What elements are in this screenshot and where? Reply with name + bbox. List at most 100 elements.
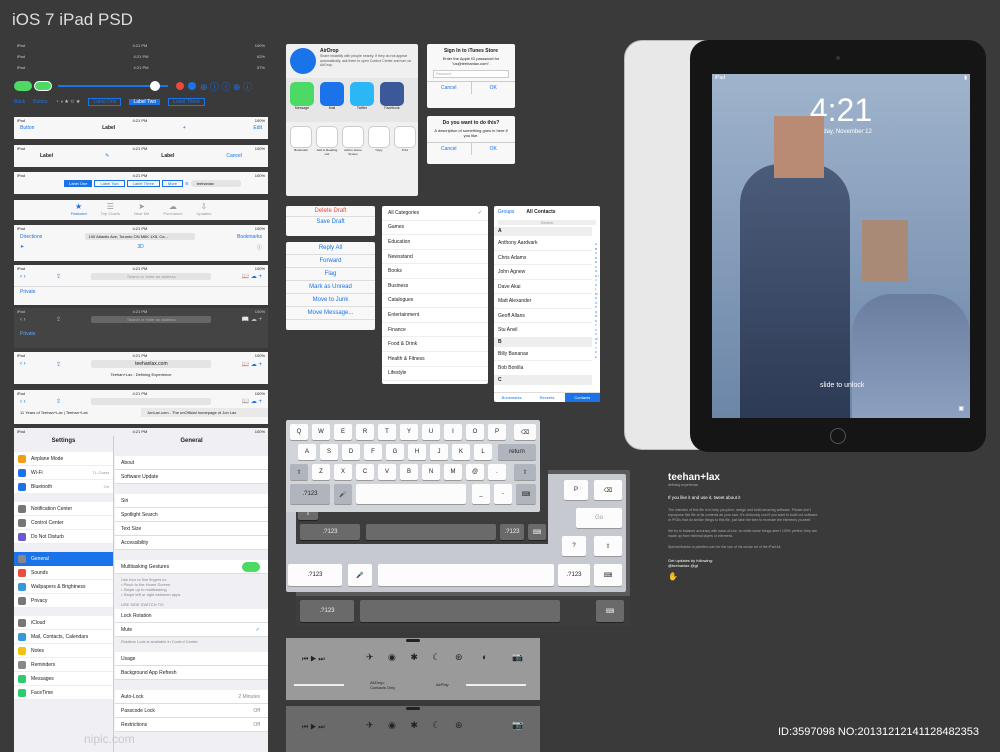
key-l[interactable]: L	[474, 444, 492, 460]
edit-button[interactable]: Edit	[253, 125, 262, 131]
tab-updates[interactable]: ⇩ Updates	[196, 202, 211, 220]
copy-action[interactable]: Copy	[368, 126, 390, 168]
contact-row[interactable]: Geoff Allans	[494, 309, 592, 323]
accessibility-row[interactable]: Accessibility	[115, 536, 268, 550]
restrictions-row[interactable]: Restrictions Off	[115, 718, 268, 732]
back-arrow-icon[interactable]: ‹ ›	[20, 317, 26, 323]
groups-button[interactable]: Groups	[498, 209, 514, 215]
key-y[interactable]: Y	[400, 424, 418, 440]
twitter-app-icon[interactable]: Twitter	[350, 82, 374, 118]
share-icon[interactable]: ⇪	[56, 316, 61, 323]
add-icon[interactable]: +	[183, 125, 186, 131]
camera-grabber-icon[interactable]: ▣	[958, 405, 964, 412]
key-p[interactable]: P	[488, 424, 506, 440]
contact-row[interactable]: John Agnew	[494, 265, 592, 280]
go-key[interactable]: Go	[576, 508, 622, 528]
key-char[interactable]: N	[422, 464, 440, 480]
category-row[interactable]: Lifestyle	[382, 367, 488, 382]
settings-item[interactable]: Sounds	[14, 566, 113, 580]
spotlight-row[interactable]: Spotlight Search	[115, 508, 268, 522]
toggle-on[interactable]	[14, 81, 32, 91]
cancel-button[interactable]: Cancel	[427, 82, 472, 94]
settings-item[interactable]: iCloud	[14, 616, 113, 630]
toggle-row[interactable]: ✈ ◉ ✱ ☾ ⊛	[366, 652, 469, 663]
share-icon[interactable]: ⇪	[56, 273, 61, 280]
book-icon[interactable]: 📖 ☁ +	[242, 361, 262, 368]
share-icon[interactable]: ⇪	[56, 398, 61, 405]
key-w[interactable]: W	[312, 424, 330, 440]
settings-item[interactable]: Do Not Disturb	[14, 530, 113, 544]
seg-1[interactable]: Label One	[64, 180, 93, 187]
bar-left-button[interactable]: Button	[20, 125, 34, 131]
settings-item[interactable]: Bluetooth On	[14, 480, 113, 494]
underscore-key[interactable]: _	[472, 484, 490, 504]
ok-button[interactable]: OK	[472, 143, 516, 155]
key-h[interactable]: H	[408, 444, 426, 460]
tab-recents[interactable]: Recents	[529, 393, 564, 402]
category-row[interactable]: Catalogues	[382, 294, 488, 309]
mail-action-button[interactable]: Mark as Unread	[286, 281, 375, 294]
back-arrow-icon[interactable]: ‹ ›	[20, 274, 26, 280]
seg-3[interactable]: Label Three	[168, 98, 205, 106]
print-action[interactable]: Print	[394, 126, 416, 168]
contact-row[interactable]: Matt Alexander	[494, 294, 592, 309]
mail-action-button[interactable]: Move Message...	[286, 307, 375, 320]
contact-row[interactable]: Chris Adams	[494, 251, 592, 265]
settings-item[interactable]: Notification Center	[14, 502, 113, 516]
ok-button[interactable]: OK	[472, 82, 516, 94]
delete-key[interactable]: ⌫	[594, 480, 622, 500]
category-row[interactable]: Games	[382, 221, 488, 236]
menu-icon[interactable]: ☰	[185, 181, 189, 186]
mail-app-icon[interactable]: Mail	[320, 82, 344, 118]
seg-1[interactable]: Label One	[88, 98, 122, 106]
space-key[interactable]	[366, 524, 496, 540]
airplay-button[interactable]: AirPlay	[436, 682, 449, 687]
numbers-key[interactable]: .?123	[288, 564, 342, 586]
return-key[interactable]: return	[498, 444, 536, 460]
password-field[interactable]: Password	[433, 70, 509, 78]
directions-button[interactable]: Directions	[20, 234, 42, 240]
seg-3[interactable]: Label Three	[126, 180, 160, 187]
contact-row[interactable]: Bob Bonilla	[494, 361, 592, 376]
mail-action-button[interactable]: Forward	[286, 255, 375, 268]
facebook-app-icon[interactable]: Facebook	[380, 82, 404, 118]
usage-row[interactable]: Usage	[115, 652, 268, 666]
key-char[interactable]: Z	[312, 464, 330, 480]
multitasking-toggle[interactable]	[242, 562, 260, 572]
category-row[interactable]: Finance	[382, 323, 488, 338]
key-f[interactable]: F	[364, 444, 382, 460]
settings-item[interactable]: Control Center	[14, 516, 113, 530]
share-icon[interactable]: ⇪	[56, 361, 61, 368]
delete-key[interactable]: ⌫	[514, 424, 536, 440]
mute-row[interactable]: Mute ✓	[115, 623, 268, 637]
category-row[interactable]: Newsstand	[382, 250, 488, 265]
question-key[interactable]: ?	[562, 536, 586, 556]
tab-near-me[interactable]: ➤ Near Me	[134, 202, 149, 220]
key-char[interactable]: V	[378, 464, 396, 480]
button-link[interactable]: Button	[33, 99, 47, 105]
category-row[interactable]: Books	[382, 264, 488, 279]
scrubber[interactable]	[294, 684, 344, 686]
maps-search-field[interactable]: 100 Atlantic Ave, Toronto ON M6K 1X8, Ca…	[84, 233, 195, 240]
info-icon[interactable]: ⓘ	[257, 244, 262, 251]
key-i[interactable]: I	[444, 424, 462, 440]
media-controls[interactable]: ⏮ ▶ ⏭	[302, 656, 325, 664]
toggle-on[interactable]	[34, 81, 52, 91]
back-arrow-icon[interactable]: ‹ ›	[20, 399, 26, 405]
settings-item[interactable]: Wallpapers & Brightness	[14, 580, 113, 594]
key-d[interactable]: D	[342, 444, 360, 460]
back-arrow-icon[interactable]: ‹ ›	[20, 361, 26, 367]
keyboard-hide-key[interactable]: ⌨	[596, 600, 624, 622]
key-e[interactable]: E	[334, 424, 352, 440]
numbers-key[interactable]: .?123	[558, 564, 590, 586]
keyboard-hide-key[interactable]: ⌨	[528, 524, 546, 540]
key-u[interactable]: U	[422, 424, 440, 440]
key-r[interactable]: R	[356, 424, 374, 440]
shift-key[interactable]: ⇧	[594, 536, 622, 556]
key-p[interactable]: P	[564, 480, 588, 500]
key-char[interactable]: C	[356, 464, 374, 480]
book-icon[interactable]: 📖 ☁ +	[242, 398, 262, 405]
category-row[interactable]: All Categories ✓	[382, 206, 488, 221]
about-row[interactable]: About	[115, 456, 268, 470]
settings-item[interactable]: FaceTime	[14, 686, 113, 700]
